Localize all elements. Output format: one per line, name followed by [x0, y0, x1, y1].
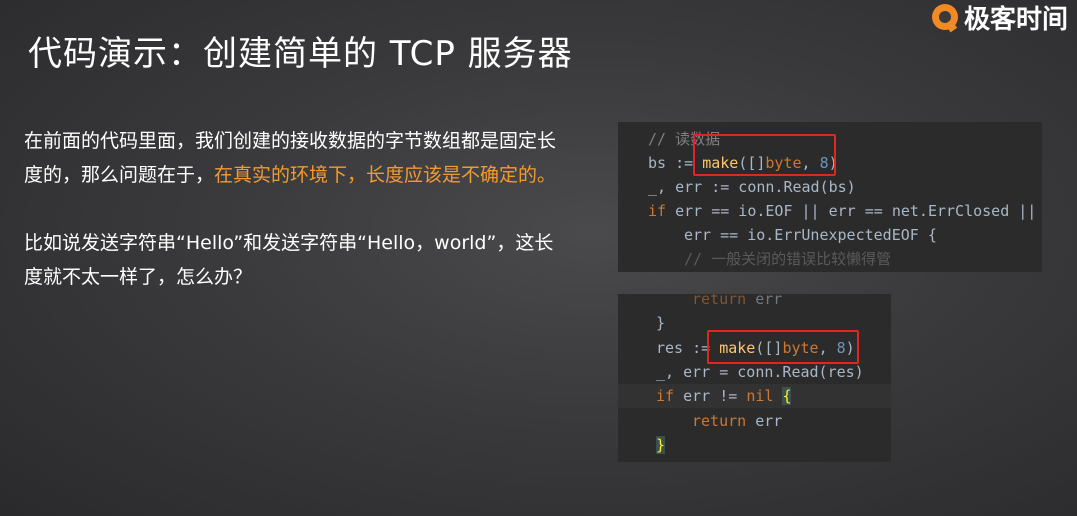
brand-logo: 极客时间 — [932, 0, 1077, 34]
slide-title: 代码演示：创建简单的 TCP 服务器 — [28, 34, 573, 74]
make-call-highlight-box — [693, 134, 836, 176]
code-snippet-bottom: return err } res := make([]byte, 8) _, e… — [618, 294, 891, 462]
code-line-close-brace-2: } — [656, 436, 666, 454]
geekbang-logo-icon — [932, 4, 958, 30]
code-line-read-bs: _, err := conn.Read(bs) — [648, 178, 856, 196]
logo-text: 极客时间 — [964, 4, 1069, 35]
code-snippet-top: // 读数据 bs := make([]byte, 8) _, err := c… — [618, 122, 1042, 272]
code-line-if-nil: if err != nil { — [656, 387, 792, 405]
code-line-if-eof: if err == io.EOF || err == net.ErrClosed… — [648, 202, 1037, 220]
make-call-highlight-box-2 — [707, 330, 859, 364]
code-comment-close-errors: // 一般关闭的错误比较懒得管 — [684, 250, 892, 268]
paragraph-2: 比如说发送字符串“Hello”和发送字符串“Hello，world”，这长度就不… — [24, 232, 554, 288]
paragraph-1-highlight: 在真实的环境下，长度应该是不确定的。 — [214, 164, 557, 186]
code-line-close-brace-1: } — [656, 314, 666, 332]
code-line-unexpected-eof: err == io.ErrUnexpectedEOF { — [684, 226, 937, 244]
code-line-return-err-1: return err — [692, 294, 783, 308]
body-text: 在前面的代码里面，我们创建的接收数据的字节数组都是固定长度的，那么问题在于，在真… — [24, 124, 564, 294]
code-line-read-res: _, err = conn.Read(res) — [656, 363, 864, 381]
paragraph-1: 在前面的代码里面，我们创建的接收数据的字节数组都是固定长度的，那么问题在于，在真… — [24, 124, 564, 192]
code-line-return-err-2: return err — [692, 412, 783, 430]
